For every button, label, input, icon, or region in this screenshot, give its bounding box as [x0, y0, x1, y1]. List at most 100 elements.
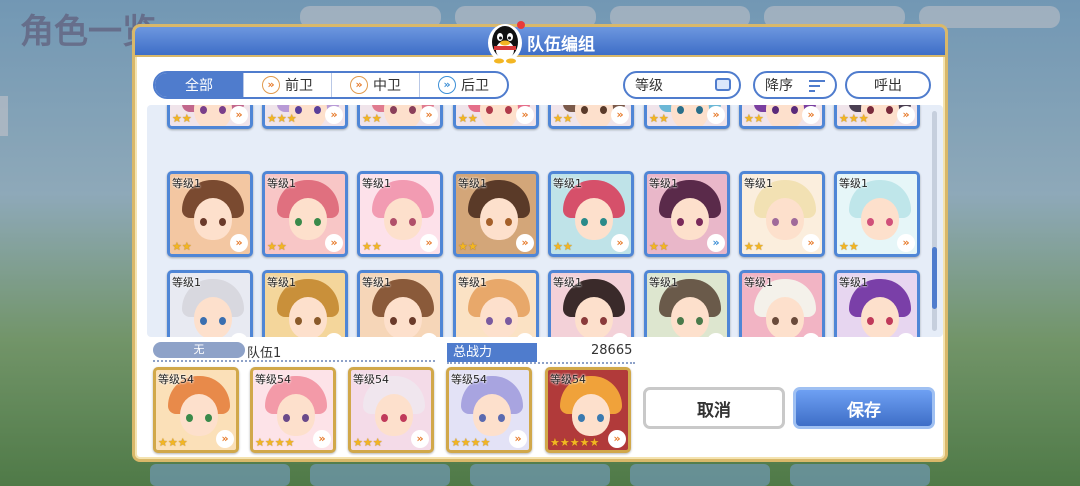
tab-all[interactable]: 全部	[155, 73, 243, 97]
character-card[interactable]: 等级1★★»	[834, 171, 920, 257]
team-member-card[interactable]: 等级54 ★★★★★ »	[545, 367, 631, 453]
cancel-button[interactable]: 取消	[643, 387, 785, 429]
sort-field-select[interactable]: 等级	[623, 71, 741, 99]
position-chevron-icon: »	[707, 234, 725, 252]
roster-scroll-thumb[interactable]	[932, 247, 937, 309]
portrait-eyes	[381, 414, 407, 422]
character-card-partial[interactable]: ★★ »	[453, 105, 539, 129]
character-roster-grid: ★★» ★★★» ★★» ★★» ★★» ★★» ★★» ★★★» 等级1 ★★» 等级1 ★★» 等级…	[147, 105, 943, 337]
star-rating: ★★★	[353, 436, 383, 449]
character-card-partial[interactable]: ★★★ »	[834, 105, 920, 129]
portrait-eyes	[186, 414, 212, 422]
sort-order-button[interactable]: 降序	[753, 71, 837, 99]
tab-vanguard[interactable]: » 前卫	[243, 73, 331, 97]
portrait-eyes	[486, 218, 512, 226]
character-card[interactable]: 等级1★★»	[167, 171, 253, 257]
portrait-eyes	[390, 218, 416, 226]
character-card[interactable]: 等级1★»	[739, 270, 825, 337]
tab-midguard[interactable]: » 中卫	[331, 73, 419, 97]
team-divider	[153, 360, 435, 362]
star-rating: ★★★★	[451, 436, 491, 449]
dialog-title: 队伍编组	[527, 35, 595, 55]
portrait-eyes	[390, 106, 416, 114]
character-level: 等级1	[744, 276, 773, 289]
character-card[interactable]: 等级1★★»	[262, 171, 348, 257]
rearguard-icon: »	[438, 76, 456, 94]
character-card-partial[interactable]: ★★ »	[167, 105, 253, 129]
character-card-partial[interactable]: ★★ »	[357, 105, 443, 129]
character-card[interactable]: 等级1★★»	[739, 171, 825, 257]
team-member-card[interactable]: 等级54 ★★★★ »	[446, 367, 532, 453]
character-level: 等级1	[649, 177, 678, 190]
character-card[interactable]: 等级1★★»	[357, 270, 443, 337]
star-rating: ★★	[553, 112, 573, 125]
character-level: 等级1	[744, 177, 773, 190]
portrait-eyes	[486, 106, 512, 114]
position-chevron-icon: »	[707, 333, 725, 337]
star-rating: ★★	[458, 240, 478, 253]
portrait-eyes	[772, 218, 798, 226]
portrait-eyes	[772, 317, 798, 325]
character-level: 等级1	[553, 276, 582, 289]
team-member-card[interactable]: 等级54 ★★★ »	[348, 367, 434, 453]
character-card-partial[interactable]: ★★★ »	[262, 105, 348, 129]
team-member-card[interactable]: 等级54 ★★★★ »	[250, 367, 336, 453]
tab-midguard-label: 中卫	[373, 78, 401, 94]
total-power-value: 28665	[591, 343, 633, 358]
position-chevron-icon: »	[516, 333, 534, 337]
star-rating: ★★	[649, 240, 669, 253]
position-chevron-icon: »	[897, 333, 915, 337]
star-rating: ★★★★★	[550, 436, 600, 449]
position-chevron-icon: »	[707, 106, 725, 124]
portrait-eyes	[295, 218, 321, 226]
character-card[interactable]: 等级1 ★★ »	[644, 171, 730, 257]
vanguard-icon: »	[262, 76, 280, 94]
character-level: 等级1	[458, 276, 487, 289]
star-rating: ★★	[172, 112, 192, 125]
character-card-partial[interactable]: ★★ »	[548, 105, 634, 129]
character-card-partial[interactable]: ★★ »	[739, 105, 825, 129]
character-card[interactable]: 等级1★»	[834, 270, 920, 337]
position-chevron-icon: »	[420, 234, 438, 252]
portrait-eyes	[200, 317, 226, 325]
star-rating: ★★	[362, 112, 382, 125]
character-card[interactable]: 等级1★»	[548, 270, 634, 337]
character-card[interactable]: 等级1★»	[644, 270, 730, 337]
character-card[interactable]: 等级1★★»	[453, 171, 539, 257]
character-card[interactable]: 等级1★★»	[167, 270, 253, 337]
position-chevron-icon: »	[325, 333, 343, 337]
character-card[interactable]: 等级1★★»	[548, 171, 634, 257]
star-rating: ★★	[649, 112, 669, 125]
roster-scrollbar[interactable]	[932, 111, 937, 331]
tab-rearguard[interactable]: » 后卫	[419, 73, 507, 97]
position-chevron-icon: »	[802, 234, 820, 252]
character-level: 等级54	[255, 373, 291, 386]
power-divider	[447, 362, 635, 364]
position-chevron-icon: »	[611, 106, 629, 124]
position-chevron-icon: »	[611, 333, 629, 337]
save-button[interactable]: 保存	[793, 387, 935, 429]
tab-rearguard-label: 后卫	[461, 78, 489, 94]
sort-field-toggle-icon	[715, 78, 731, 91]
star-rating: ★★	[553, 240, 573, 253]
character-card[interactable]: 等级1★★»	[262, 270, 348, 337]
position-chevron-icon: »	[230, 106, 248, 124]
character-card-partial[interactable]: ★★ »	[644, 105, 730, 129]
qq-penguin-icon	[488, 21, 525, 64]
position-chevron-icon: »	[802, 106, 820, 124]
portrait-eyes	[867, 218, 893, 226]
character-card[interactable]: 等级1★»	[453, 270, 539, 337]
character-card[interactable]: 等级1★★»	[357, 171, 443, 257]
character-level: 等级1	[362, 276, 391, 289]
position-chevron-icon: »	[420, 333, 438, 337]
position-chevron-icon: »	[897, 234, 915, 252]
call-button-label: 呼出	[874, 78, 902, 94]
portrait-eyes	[200, 218, 226, 226]
team-member-card[interactable]: 等级54 ★★★ »	[153, 367, 239, 453]
position-chevron-icon: »	[802, 333, 820, 337]
call-button[interactable]: 呼出	[845, 71, 931, 99]
sort-order-label: 降序	[765, 78, 793, 94]
star-rating: ★★	[839, 240, 859, 253]
position-filter-tabs: 全部 » 前卫 » 中卫 » 后卫	[153, 71, 509, 99]
position-chevron-icon: »	[420, 106, 438, 124]
